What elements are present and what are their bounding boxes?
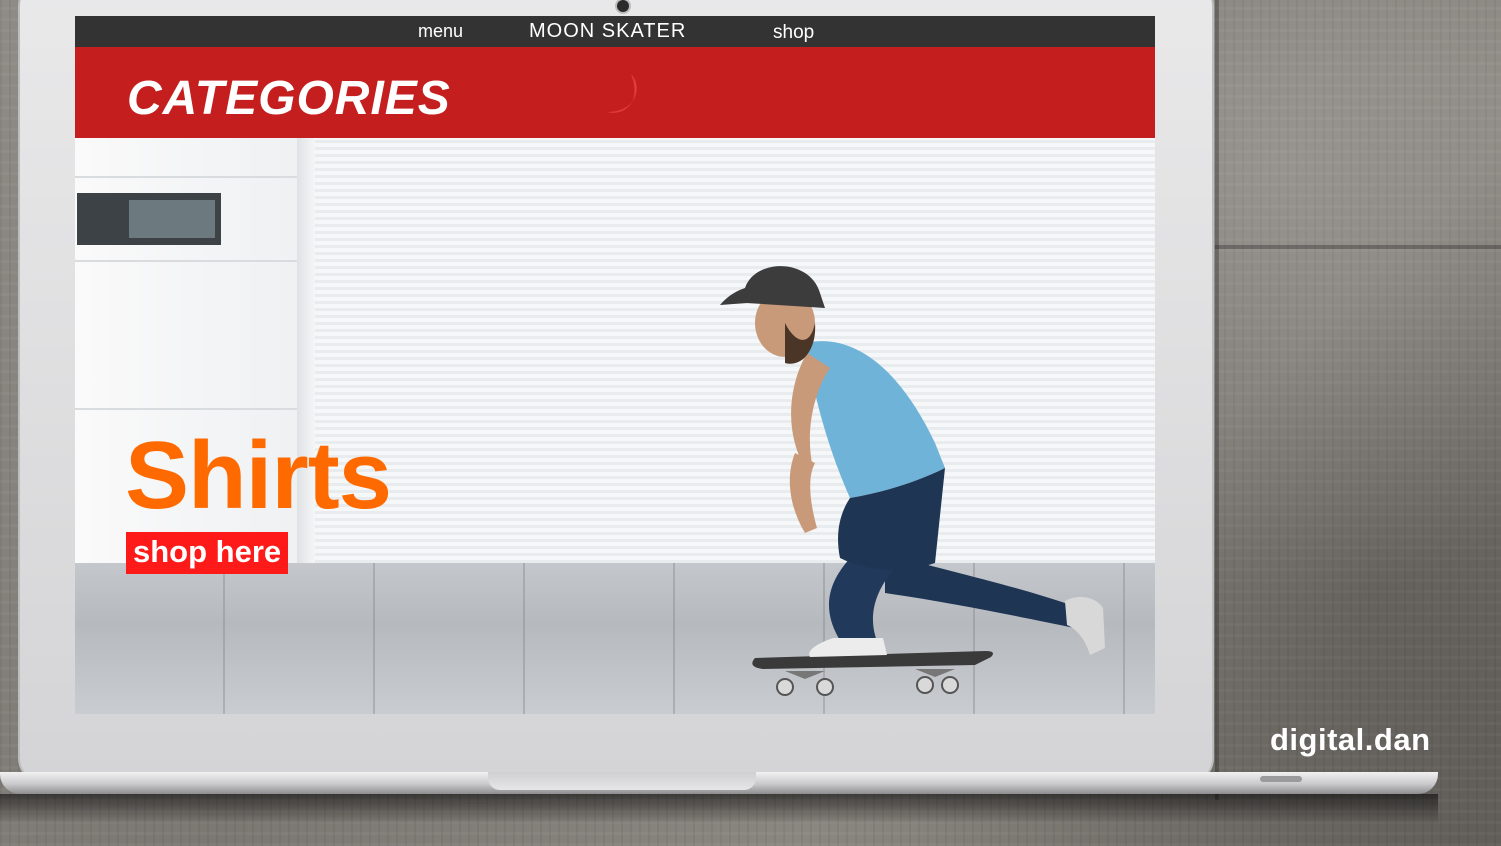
hero-image: Shirts shop here: [75, 138, 1155, 714]
building-window-glass: [129, 200, 215, 238]
watermark-text: digital.dan: [1270, 722, 1431, 757]
top-navigation-bar: menu MOON SKATER shop: [75, 16, 1155, 47]
wall-seam: [1215, 0, 1219, 800]
building-panel-line: [75, 176, 313, 178]
laptop-screen: menu MOON SKATER shop CATEGORIES Shirts …: [75, 16, 1155, 714]
laptop-port: [1260, 776, 1302, 782]
building-panel-line: [75, 408, 313, 410]
wall-seam: [1215, 245, 1501, 249]
page-title: CATEGORIES: [127, 72, 451, 125]
shop-here-button[interactable]: shop here: [126, 532, 289, 574]
crescent-moon-icon: [607, 74, 637, 113]
category-title: Shirts: [125, 422, 392, 529]
laptop-shadow: [0, 794, 1438, 824]
webcam-icon: [617, 0, 629, 12]
skateboarder-illustration: [720, 266, 1105, 696]
nav-shop-link[interactable]: shop: [773, 22, 814, 44]
laptop-hinge-notch: [488, 772, 756, 790]
nav-menu-link[interactable]: menu: [418, 21, 463, 42]
building-panel-line: [75, 260, 313, 262]
brand-logo[interactable]: MOON SKATER: [529, 20, 686, 43]
categories-banner: CATEGORIES: [75, 47, 1155, 138]
